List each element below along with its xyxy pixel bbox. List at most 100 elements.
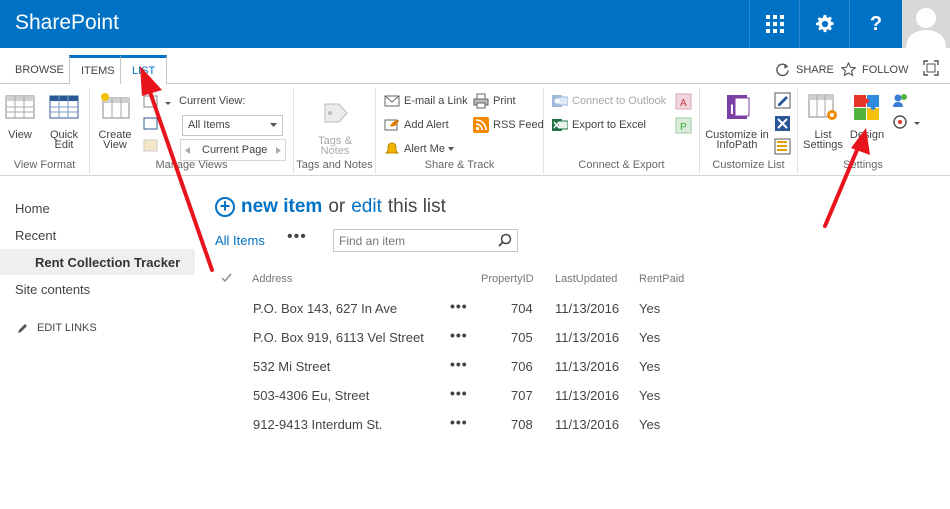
cell-propertyid: 707 — [511, 388, 533, 403]
connect-outlook-button[interactable]: Connect to Outlook — [552, 91, 666, 111]
add-alert-label: Add Alert — [404, 119, 449, 131]
view-all-items[interactable]: All Items — [215, 233, 265, 248]
current-page-control[interactable]: Current Page — [180, 139, 286, 161]
select-all-checkmark-icon[interactable] — [221, 273, 232, 283]
customize-infopath-label-2: InfoPath — [716, 139, 758, 151]
plus-icon[interactable]: + — [215, 197, 235, 217]
email-link-button[interactable]: E-mail a Link — [384, 91, 468, 111]
search-icon[interactable] — [498, 233, 512, 247]
follow-label: FOLLOW — [862, 63, 909, 76]
current-page-label: Current Page — [202, 144, 268, 156]
col-header-address[interactable]: Address — [252, 273, 292, 285]
outlook-icon — [552, 95, 568, 107]
avatar[interactable] — [902, 0, 950, 48]
help-button[interactable]: ? — [849, 0, 902, 48]
create-view-button[interactable]: Create View — [93, 92, 137, 151]
cell-lastupdated: 11/13/2016 — [555, 359, 620, 374]
chevron-right-icon — [276, 147, 281, 154]
search-input[interactable]: Find an item — [333, 229, 518, 252]
nav-site-contents[interactable]: Site contents — [15, 282, 90, 297]
alert-me-label: Alert Me — [404, 143, 445, 155]
list-settings-button[interactable]: List Settings — [800, 92, 846, 151]
group-label-view-format: View Format — [13, 159, 76, 171]
office-app-icons: A P — [675, 93, 692, 134]
current-view-select[interactable]: All Items — [182, 115, 283, 136]
share-button[interactable]: SHARE — [775, 62, 834, 77]
table-row[interactable]: 503-4306 Eu, Street ••• 707 11/13/2016 Y… — [215, 385, 715, 417]
design-label: Design — [849, 129, 885, 141]
col-header-rentpaid[interactable]: RentPaid — [639, 273, 684, 285]
settings-extra-icons — [893, 94, 920, 129]
more-views-button[interactable]: ••• — [287, 228, 307, 246]
rss-icon — [473, 117, 489, 133]
quick-edit-label-2: Edit — [54, 139, 74, 151]
nav-rent-label: Rent Collection Tracker — [35, 255, 181, 270]
group-share-track: E-mail a Link Add Alert Alert Me Print R… — [376, 88, 544, 174]
view-icon — [5, 95, 35, 119]
table-row[interactable]: 532 Mi Street ••• 706 11/13/2016 Yes — [215, 356, 715, 388]
print-icon — [473, 93, 489, 109]
group-label-customize-list: Customize List — [712, 159, 785, 171]
edit-list-link[interactable]: edit — [351, 196, 382, 218]
row-menu-button[interactable]: ••• — [450, 385, 468, 401]
cell-rentpaid: Yes — [639, 359, 661, 374]
cell-propertyid: 708 — [511, 417, 533, 432]
this-list-text: this list — [387, 196, 446, 217]
follow-button[interactable]: FOLLOW — [841, 62, 908, 77]
tab-items[interactable]: ITEMS — [69, 55, 127, 84]
table-row[interactable]: P.O. Box 919, 6113 Vel Street ••• 705 11… — [215, 327, 715, 359]
connect-outlook-label: Connect to Outlook — [572, 95, 667, 107]
rss-feed-button[interactable]: RSS Feed — [473, 115, 544, 135]
row-menu-button[interactable]: ••• — [450, 298, 468, 314]
row-menu-button[interactable]: ••• — [450, 327, 468, 343]
nav-recent[interactable]: Recent — [15, 228, 56, 243]
add-alert-button[interactable]: Add Alert — [384, 115, 449, 135]
row-menu-button[interactable]: ••• — [450, 414, 468, 430]
row-menu-button[interactable]: ••• — [450, 356, 468, 372]
view-tools-icons — [143, 95, 171, 152]
table-row[interactable]: 912-9413 Interdum St. ••• 708 11/13/2016… — [215, 414, 715, 446]
brand-title[interactable]: SharePoint — [15, 11, 119, 35]
bell-icon — [384, 142, 400, 154]
chevron-down-icon — [270, 123, 277, 127]
user-icon — [906, 8, 946, 48]
focus-content-button[interactable] — [923, 60, 939, 76]
cell-propertyid: 706 — [511, 359, 533, 374]
tags-notes-button[interactable]: Tags & Notes — [313, 98, 357, 157]
col-header-lastupdated[interactable]: LastUpdated — [555, 273, 617, 285]
settings-button[interactable] — [799, 0, 849, 48]
tab-browse[interactable]: BROWSE — [4, 55, 75, 84]
edit-links-button[interactable]: EDIT LINKS — [17, 322, 97, 334]
new-item-link[interactable]: new item — [241, 196, 322, 218]
nav-home[interactable]: Home — [15, 201, 50, 216]
cell-address[interactable]: 912-9413 Interdum St. — [253, 417, 382, 432]
create-view-label-2: View — [103, 139, 127, 151]
quick-edit-button[interactable]: Quick Edit — [42, 92, 86, 151]
view-button[interactable]: View — [0, 92, 42, 141]
tab-list[interactable]: LIST — [120, 55, 168, 85]
group-tags-notes: Tags & Notes Tags and Notes — [294, 88, 376, 174]
chevron-down-icon — [447, 147, 454, 151]
tags-notes-label-2: Notes — [320, 145, 350, 157]
col-header-propertyid[interactable]: PropertyID — [481, 273, 534, 285]
pencil-icon — [18, 324, 27, 333]
alert-me-button[interactable]: Alert Me — [384, 139, 454, 159]
rss-feed-label: RSS Feed — [493, 119, 544, 131]
cell-lastupdated: 11/13/2016 — [555, 417, 620, 432]
cell-address[interactable]: 503-4306 Eu, Street — [253, 388, 369, 403]
nav-rent-collection-tracker[interactable]: Rent Collection Tracker — [0, 249, 195, 275]
design-button[interactable]: Design — [845, 92, 889, 141]
table-row[interactable]: P.O. Box 143, 627 In Ave ••• 704 11/13/2… — [215, 298, 715, 330]
customize-infopath-button[interactable]: I Customize in InfoPath — [704, 92, 770, 151]
export-excel-button[interactable]: Export to Excel — [552, 115, 646, 135]
cell-address[interactable]: P.O. Box 143, 627 In Ave — [253, 301, 397, 316]
app-launcher-button[interactable] — [749, 0, 799, 48]
cell-address[interactable]: P.O. Box 919, 6113 Vel Street — [253, 330, 424, 345]
list-settings-icon — [808, 94, 837, 120]
cell-address[interactable]: 532 Mi Street — [253, 359, 330, 374]
print-button[interactable]: Print — [473, 91, 516, 111]
cell-rentpaid: Yes — [639, 388, 661, 403]
cell-rentpaid: Yes — [639, 417, 661, 432]
cell-lastupdated: 11/13/2016 — [555, 330, 620, 345]
cell-rentpaid: Yes — [639, 301, 661, 316]
